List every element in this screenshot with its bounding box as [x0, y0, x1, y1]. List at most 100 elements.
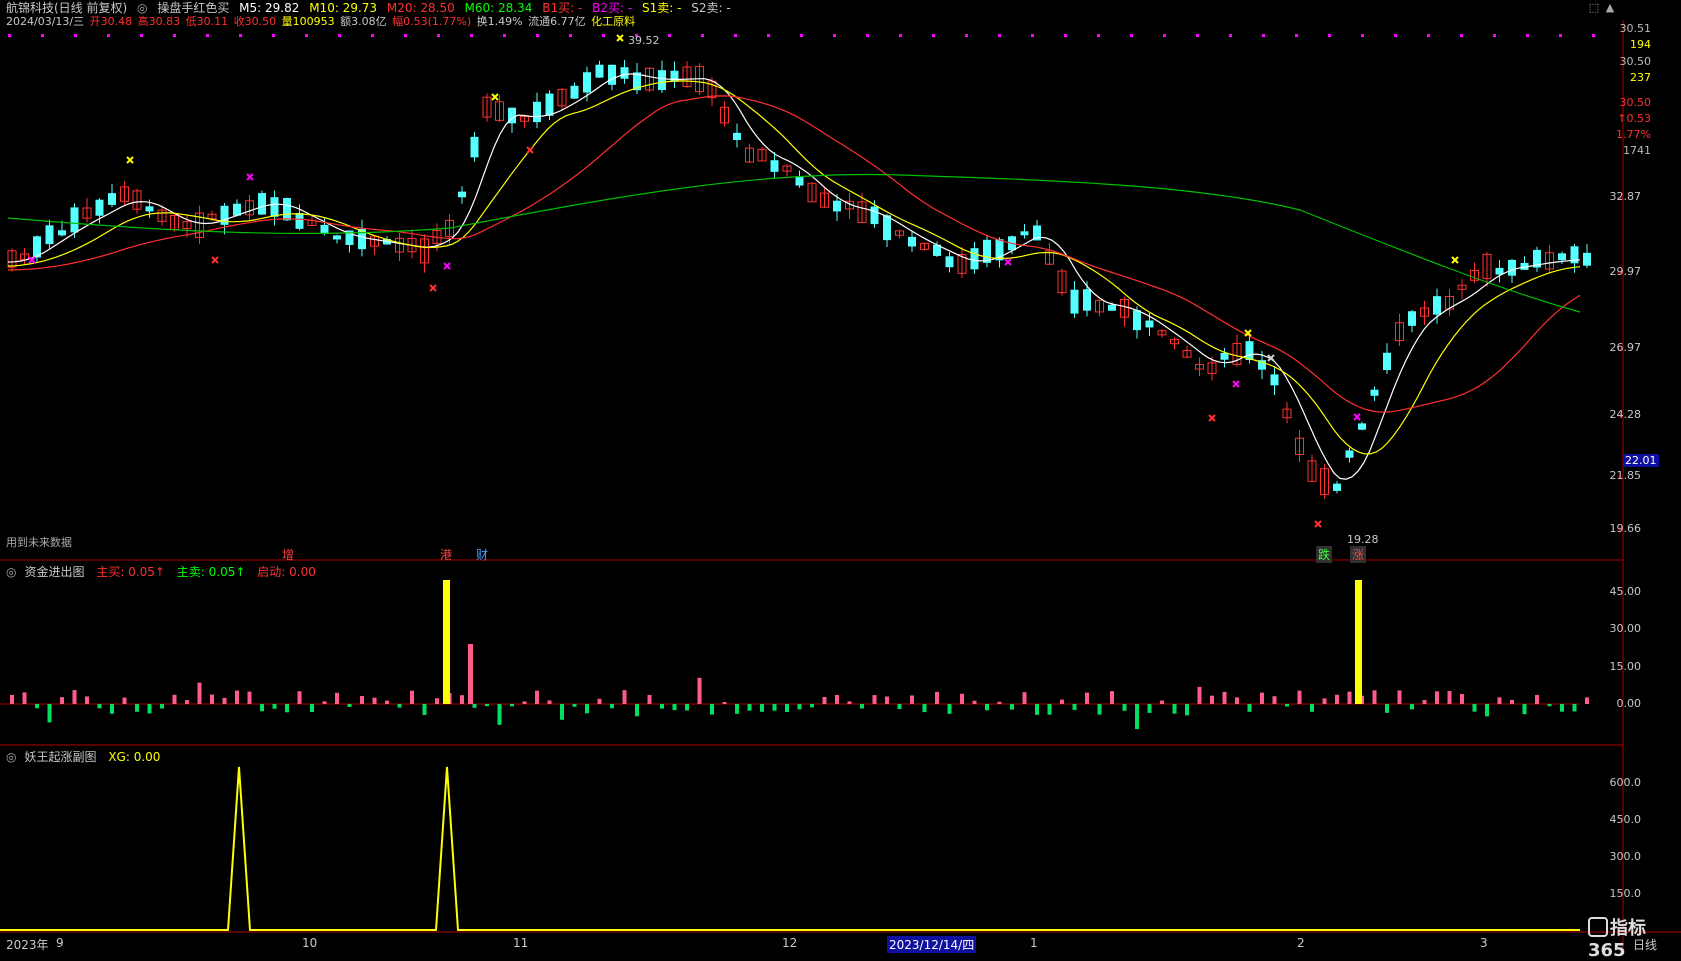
candle-body-down	[1108, 304, 1116, 311]
candle-body-down	[1433, 296, 1441, 315]
fund-flow-bars	[0, 580, 1589, 730]
signal-dot	[536, 34, 539, 37]
candle-body-down	[970, 248, 979, 270]
candle-body-down	[1145, 320, 1154, 328]
right-row-2: 30.50	[1619, 55, 1652, 68]
signal-markers	[28, 34, 1459, 528]
signal-dot	[1592, 34, 1595, 37]
fund-bar-negative	[585, 704, 589, 714]
candle-body-down	[320, 224, 329, 235]
event-marker-zhang[interactable]: 涨	[1350, 546, 1367, 563]
fund-bar-negative	[1560, 704, 1564, 712]
signal-dot	[173, 34, 176, 37]
fund-bar-positive	[1397, 690, 1402, 704]
panel2-title[interactable]: 资金进出图	[24, 565, 84, 579]
fund-bar-positive	[385, 700, 389, 704]
fund-bar-negative	[472, 704, 477, 708]
signal-dot	[503, 34, 506, 37]
signal-dot	[206, 34, 209, 37]
candle-body-down	[258, 193, 266, 215]
fund-bar-negative	[760, 704, 764, 712]
signal-dot	[1163, 34, 1166, 37]
candle-body-down	[1333, 483, 1341, 491]
fund-bar-positive	[122, 697, 127, 704]
candle-body-down	[1558, 253, 1566, 261]
signal-dot	[74, 34, 77, 37]
fund-bar-positive	[60, 697, 64, 704]
fund-bar-positive	[910, 695, 914, 704]
right-row-1: 194	[1630, 38, 1651, 51]
event-marker-zeng[interactable]: 增	[280, 546, 296, 563]
fund-bar-positive	[547, 700, 552, 704]
candle-body-down	[795, 176, 804, 186]
fund-bar-negative	[1072, 704, 1077, 710]
signal-dot	[1196, 34, 1199, 37]
signal-dot-row	[8, 34, 1595, 37]
fund-bar-positive	[85, 696, 89, 704]
moving-average-lines	[7, 73, 1581, 480]
fund-bar-negative	[1047, 704, 1052, 715]
fund-bar-positive	[1335, 694, 1339, 704]
panel2-switch-icon[interactable]: ◎	[6, 565, 16, 579]
panel3-switch-icon[interactable]: ◎	[6, 750, 16, 764]
fund-bar-positive	[872, 695, 877, 704]
fund-bar-positive	[1460, 694, 1464, 704]
fund-bar-negative	[1310, 704, 1314, 712]
panel3-title[interactable]: 妖王起涨副图	[24, 750, 96, 764]
candle-body-down	[1508, 259, 1516, 276]
fund-bar-negative	[1285, 704, 1289, 707]
signal-dot	[1097, 34, 1100, 37]
candle-body-down	[1020, 231, 1029, 236]
panel2-main-sell: 主卖: 0.05↑	[176, 565, 246, 579]
fund-bar-negative	[35, 704, 39, 709]
price-axis-3: 24.28	[1609, 408, 1642, 421]
yaowang-xg-line	[0, 766, 1580, 931]
event-marker-die[interactable]: 跌	[1316, 546, 1333, 563]
candle-body-down	[70, 207, 79, 233]
fund-bar-positive	[997, 701, 1002, 704]
chart-canvas	[0, 20, 1681, 950]
fund-bar-negative	[747, 704, 752, 711]
panel2-main-buy: 主买: 0.05↑	[96, 565, 165, 579]
candle-body-down	[1358, 423, 1366, 430]
fund-bar-negative	[610, 704, 614, 709]
candle-body-down	[145, 206, 154, 212]
fund-bar-positive	[1535, 694, 1539, 704]
signal-dot	[140, 34, 143, 37]
x-axis-cursor-date: 2023/12/14/四	[887, 936, 977, 953]
signal-dot	[1394, 34, 1397, 37]
fund-bar-negative	[985, 704, 989, 711]
fund-bar-negative	[1147, 704, 1152, 713]
fund-bar-negative	[685, 704, 689, 711]
candle-body-down	[1133, 310, 1141, 331]
fund-bar-positive	[335, 692, 339, 704]
event-marker-gang[interactable]: 港	[438, 546, 454, 563]
fund-bar-positive	[22, 692, 27, 704]
fund-bar-positive	[360, 696, 364, 704]
candle-body-down	[883, 215, 891, 241]
event-marker-cai[interactable]: 财	[474, 546, 490, 563]
candle-body-down	[1245, 341, 1254, 361]
signal-dot	[767, 34, 770, 37]
fund-bar-positive	[697, 677, 702, 704]
fund-bar-positive	[185, 700, 189, 704]
signal-dot	[272, 34, 275, 37]
signal-dot	[866, 34, 869, 37]
fund-bar-positive	[1197, 686, 1202, 704]
x-axis-label-8: 3	[1480, 936, 1488, 950]
fund-bar-negative	[572, 704, 577, 707]
signal-dot	[1031, 34, 1034, 37]
signal-dot	[932, 34, 935, 37]
fund-bar-negative	[1485, 704, 1489, 717]
signal-dot	[1328, 34, 1331, 37]
high-price-label: 39.52	[628, 34, 660, 47]
fund-bar-positive	[535, 690, 539, 704]
fund-bar-negative	[397, 704, 402, 708]
fund-bar-negative	[1185, 704, 1189, 716]
signal-dot	[1064, 34, 1067, 37]
fund-bar-positive	[597, 698, 602, 704]
candle-body-down	[770, 160, 779, 172]
signal-dot	[338, 34, 341, 37]
last-price-tag: 22.01	[1623, 454, 1659, 467]
fund-bar-positive	[1347, 691, 1352, 704]
